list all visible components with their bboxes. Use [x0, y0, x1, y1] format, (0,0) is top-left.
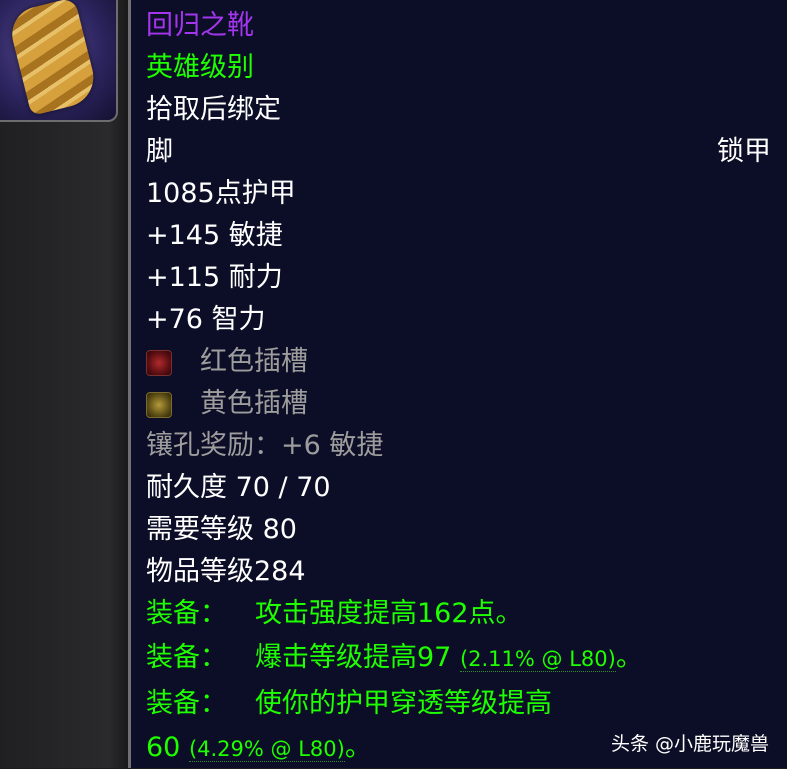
equip-suffix: 。	[344, 732, 372, 763]
equip-effect-2[interactable]: 装备： 爆击等级提高97 (2.11% @ L80)。	[146, 638, 643, 678]
item-slot: 脚	[146, 136, 173, 167]
socket-yellow: 黄色插槽	[146, 384, 308, 424]
slot-row: 脚 锁甲	[146, 132, 781, 172]
socket-bonus: 镶孔奖励：+6 敏捷	[146, 430, 384, 461]
equip-continuation: 60	[146, 732, 181, 763]
equip-suffix: 。	[615, 642, 643, 673]
socket-red: 红色插槽	[146, 342, 308, 382]
equip-effect-3-continued[interactable]: 60 (4.29% @ L80)。	[146, 728, 372, 768]
equip-text: 爆击等级提高97	[255, 642, 452, 673]
stat-intellect: +76 智力	[146, 304, 266, 335]
equip-text: 使你的护甲穿透等级提高	[255, 688, 552, 719]
equip-effect-1: 装备： 攻击强度提高162点。	[146, 594, 523, 634]
yellow-socket-icon	[146, 391, 172, 418]
item-durability: 耐久度 70 / 70	[146, 472, 331, 503]
boot-icon	[6, 0, 100, 116]
rating-tooltip[interactable]: (2.11% @ L80)	[459, 647, 616, 672]
equip-effect-3: 装备： 使你的护甲穿透等级提高	[146, 684, 552, 724]
equip-label: 装备：	[146, 642, 227, 673]
socket-red-label: 红色插槽	[200, 346, 308, 377]
item-name: 回归之靴	[146, 10, 254, 41]
item-required-level: 需要等级 80	[146, 514, 297, 545]
socket-yellow-label: 黄色插槽	[200, 388, 308, 419]
red-socket-icon	[146, 349, 172, 376]
equip-text: 攻击强度提高162点。	[255, 598, 523, 629]
item-boot-icon[interactable]	[0, 0, 118, 122]
equip-label: 装备：	[146, 688, 227, 719]
item-binding: 拾取后绑定	[146, 94, 281, 125]
item-tooltip: 回归之靴 英雄级别 拾取后绑定 脚 锁甲 1085点护甲 +145 敏捷 +11…	[128, 0, 787, 768]
watermark: 头条 @小鹿玩魔兽	[610, 733, 769, 755]
item-level: 物品等级284	[146, 556, 306, 587]
rating-tooltip[interactable]: (4.29% @ L80)	[188, 737, 345, 762]
stat-stamina: +115 耐力	[146, 262, 283, 293]
item-armor-type: 锁甲	[717, 136, 771, 167]
equip-label: 装备：	[146, 598, 227, 629]
stat-agility: +145 敏捷	[146, 220, 283, 251]
item-difficulty: 英雄级别	[146, 52, 254, 83]
item-armor: 1085点护甲	[146, 178, 296, 209]
